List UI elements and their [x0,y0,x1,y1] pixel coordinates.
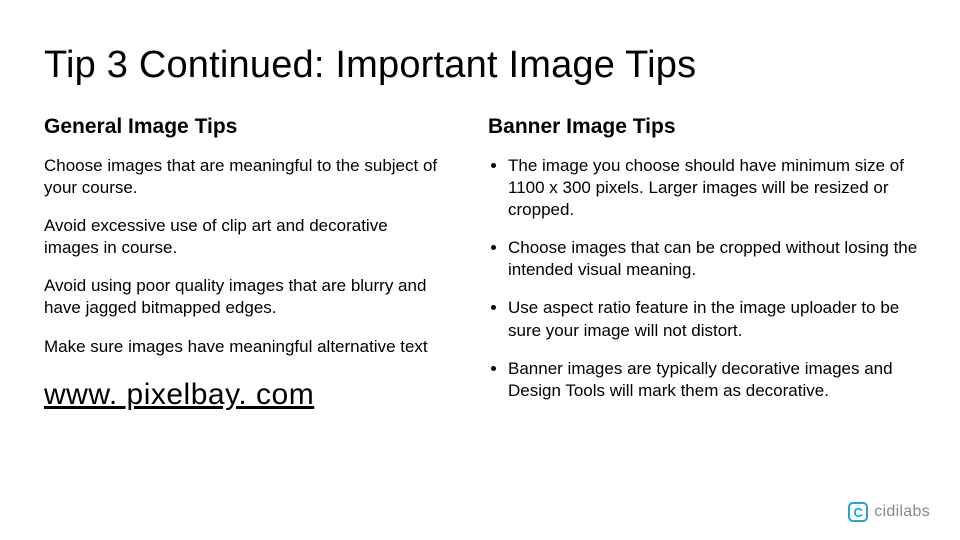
banner-tip-2: Choose images that can be cropped withou… [508,237,920,281]
logo-mark-icon: C [848,502,868,522]
banner-tip-4: Banner images are typically decorative i… [508,358,920,402]
right-column: Banner Image Tips The image you choose s… [488,115,920,418]
general-tip-4: Make sure images have meaningful alterna… [44,336,444,358]
slide-title: Tip 3 Continued: Important Image Tips [44,44,920,87]
content-columns: General Image Tips Choose images that ar… [44,115,920,418]
banner-tips-list: The image you choose should have minimum… [488,155,920,402]
banner-tip-3: Use aspect ratio feature in the image up… [508,297,920,341]
resource-link[interactable]: www. pixelbay. com [44,378,444,412]
logo-text: cidilabs [874,503,930,521]
general-tips-heading: General Image Tips [44,115,444,139]
general-tip-3: Avoid using poor quality images that are… [44,275,444,319]
banner-tips-heading: Banner Image Tips [488,115,920,139]
left-column: General Image Tips Choose images that ar… [44,115,444,418]
banner-tip-1: The image you choose should have minimum… [508,155,920,221]
cidilabs-logo: C cidilabs [848,502,930,522]
general-tip-1: Choose images that are meaningful to the… [44,155,444,199]
slide: Tip 3 Continued: Important Image Tips Ge… [0,0,960,540]
general-tip-2: Avoid excessive use of clip art and deco… [44,215,444,259]
